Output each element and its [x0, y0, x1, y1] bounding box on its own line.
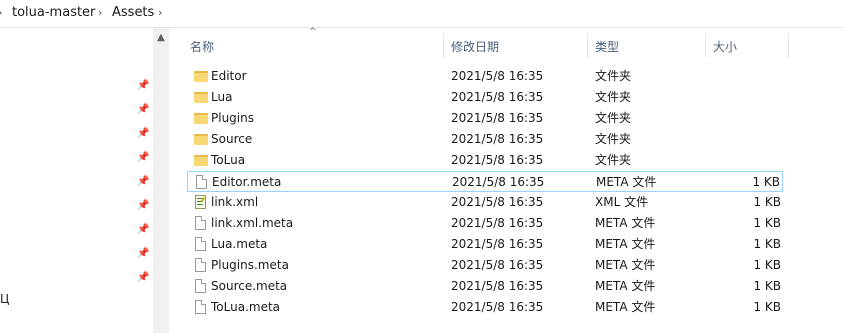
nav-item-partial-label[interactable]: Ц — [0, 292, 9, 306]
pin-icon[interactable]: 📌 — [137, 248, 149, 260]
column-divider[interactable] — [788, 34, 789, 58]
file-size: 1 KB — [753, 216, 781, 230]
file-icon — [195, 258, 206, 272]
chevron-right-icon[interactable]: › — [0, 6, 2, 19]
file-name: Source.meta — [211, 279, 288, 293]
file-type: 文件夹 — [595, 111, 632, 125]
file-name: Lua — [211, 90, 233, 104]
file-modified-date: 2021/5/8 16:35 — [451, 216, 544, 230]
file-type: META 文件 — [595, 279, 656, 293]
nav-scrollbar[interactable]: ▲ — [153, 28, 169, 333]
file-modified-date: 2021/5/8 16:35 — [451, 300, 544, 314]
file-name: link.xml — [211, 195, 259, 209]
breadcrumb-item-assets[interactable]: Assets — [112, 5, 154, 20]
file-name: link.xml.meta — [211, 216, 294, 230]
folder-icon — [194, 134, 208, 145]
file-type: 文件夹 — [595, 69, 632, 83]
pin-icon[interactable]: 📌 — [137, 272, 149, 284]
file-row[interactable]: Plugins 2021/5/8 16:35 文件夹 — [187, 108, 783, 129]
file-size: 1 KB — [753, 237, 781, 251]
file-type: 文件夹 — [595, 132, 632, 146]
file-type: META 文件 — [595, 216, 656, 230]
file-row[interactable]: Editor 2021/5/8 16:35 文件夹 — [187, 66, 783, 87]
file-row[interactable]: link.xml 2021/5/8 16:35 XML 文件 1 KB — [187, 192, 783, 213]
file-row[interactable]: Source.meta 2021/5/8 16:35 META 文件 1 KB — [187, 276, 783, 297]
chevron-right-icon[interactable]: › — [158, 6, 162, 19]
file-icon — [195, 216, 206, 230]
column-divider[interactable] — [587, 34, 588, 58]
pin-icon[interactable]: 📌 — [137, 200, 149, 212]
file-icon — [195, 279, 206, 293]
file-modified-date: 2021/5/8 16:35 — [451, 69, 544, 83]
file-modified-date: 2021/5/8 16:35 — [451, 237, 544, 251]
file-row[interactable]: Lua 2021/5/8 16:35 文件夹 — [187, 87, 783, 108]
column-header-name[interactable]: 名称 — [190, 34, 214, 60]
file-row[interactable]: Source 2021/5/8 16:35 文件夹 — [187, 129, 783, 150]
column-header-size[interactable]: 大小 — [713, 34, 737, 60]
file-row[interactable]: link.xml.meta 2021/5/8 16:35 META 文件 1 KB — [187, 213, 783, 234]
file-size: 1 KB — [752, 175, 780, 189]
navigation-pane: 📌 📌 📌 📌 📌 📌 📌 📌 📌 — [0, 28, 152, 333]
address-bar[interactable]: › tolua-master › Assets › — [0, 0, 844, 28]
column-divider[interactable] — [443, 34, 444, 58]
file-name: ToLua — [211, 153, 246, 167]
file-name: Plugins.meta — [211, 258, 289, 272]
file-size: 1 KB — [753, 279, 781, 293]
scroll-up-arrow-icon[interactable]: ▲ — [153, 32, 169, 44]
pin-icon[interactable]: 📌 — [137, 224, 149, 236]
folder-icon — [194, 155, 208, 166]
chevron-right-icon[interactable]: › — [98, 6, 102, 19]
file-type: 文件夹 — [595, 90, 632, 104]
folder-icon — [194, 71, 208, 82]
file-name: Source — [211, 132, 253, 146]
file-name: Editor — [211, 69, 247, 83]
file-name: Plugins — [211, 111, 254, 125]
sort-ascending-icon: ^ — [309, 27, 317, 37]
file-size: 1 KB — [753, 258, 781, 272]
file-type: META 文件 — [595, 237, 656, 251]
file-type: META 文件 — [595, 258, 656, 272]
column-header-date[interactable]: 修改日期 — [451, 34, 499, 60]
file-icon — [195, 237, 206, 251]
file-row[interactable]: Lua.meta 2021/5/8 16:35 META 文件 1 KB — [187, 234, 783, 255]
file-row[interactable]: Editor.meta 2021/5/8 16:35 META 文件 1 KB — [187, 171, 783, 192]
pin-icon[interactable]: 📌 — [137, 176, 149, 188]
file-type: META 文件 — [595, 300, 656, 314]
file-row[interactable]: Plugins.meta 2021/5/8 16:35 META 文件 1 KB — [187, 255, 783, 276]
pin-icon[interactable]: 📌 — [137, 128, 149, 140]
xml-file-icon — [195, 195, 206, 209]
file-modified-date: 2021/5/8 16:35 — [451, 111, 544, 125]
column-header-type[interactable]: 类型 — [595, 34, 619, 60]
file-modified-date: 2021/5/8 16:35 — [451, 258, 544, 272]
file-modified-date: 2021/5/8 16:35 — [451, 132, 544, 146]
file-modified-date: 2021/5/8 16:35 — [451, 90, 544, 104]
pin-icon[interactable]: 📌 — [137, 80, 149, 92]
file-modified-date: 2021/5/8 16:35 — [451, 153, 544, 167]
file-name: Lua.meta — [211, 237, 268, 251]
column-divider[interactable] — [705, 34, 706, 58]
file-modified-date: 2021/5/8 16:35 — [451, 279, 544, 293]
file-type: XML 文件 — [595, 195, 649, 209]
pin-icon[interactable]: 📌 — [137, 104, 149, 116]
file-name: Editor.meta — [212, 175, 282, 189]
file-type: 文件夹 — [595, 153, 632, 167]
folder-icon — [194, 92, 208, 103]
pin-icon[interactable]: 📌 — [137, 152, 149, 164]
file-icon — [195, 300, 206, 314]
file-modified-date: 2021/5/8 16:35 — [451, 195, 544, 209]
file-type: META 文件 — [596, 175, 657, 189]
file-row[interactable]: ToLua 2021/5/8 16:35 文件夹 — [187, 150, 783, 171]
file-size: 1 KB — [753, 195, 781, 209]
file-icon — [196, 175, 207, 189]
file-name: ToLua.meta — [211, 300, 281, 314]
file-size: 1 KB — [753, 300, 781, 314]
file-row[interactable]: ToLua.meta 2021/5/8 16:35 META 文件 1 KB — [187, 297, 783, 318]
file-modified-date: 2021/5/8 16:35 — [452, 175, 545, 189]
folder-icon — [194, 113, 208, 124]
breadcrumb-item-tolua-master[interactable]: tolua-master — [12, 5, 95, 20]
